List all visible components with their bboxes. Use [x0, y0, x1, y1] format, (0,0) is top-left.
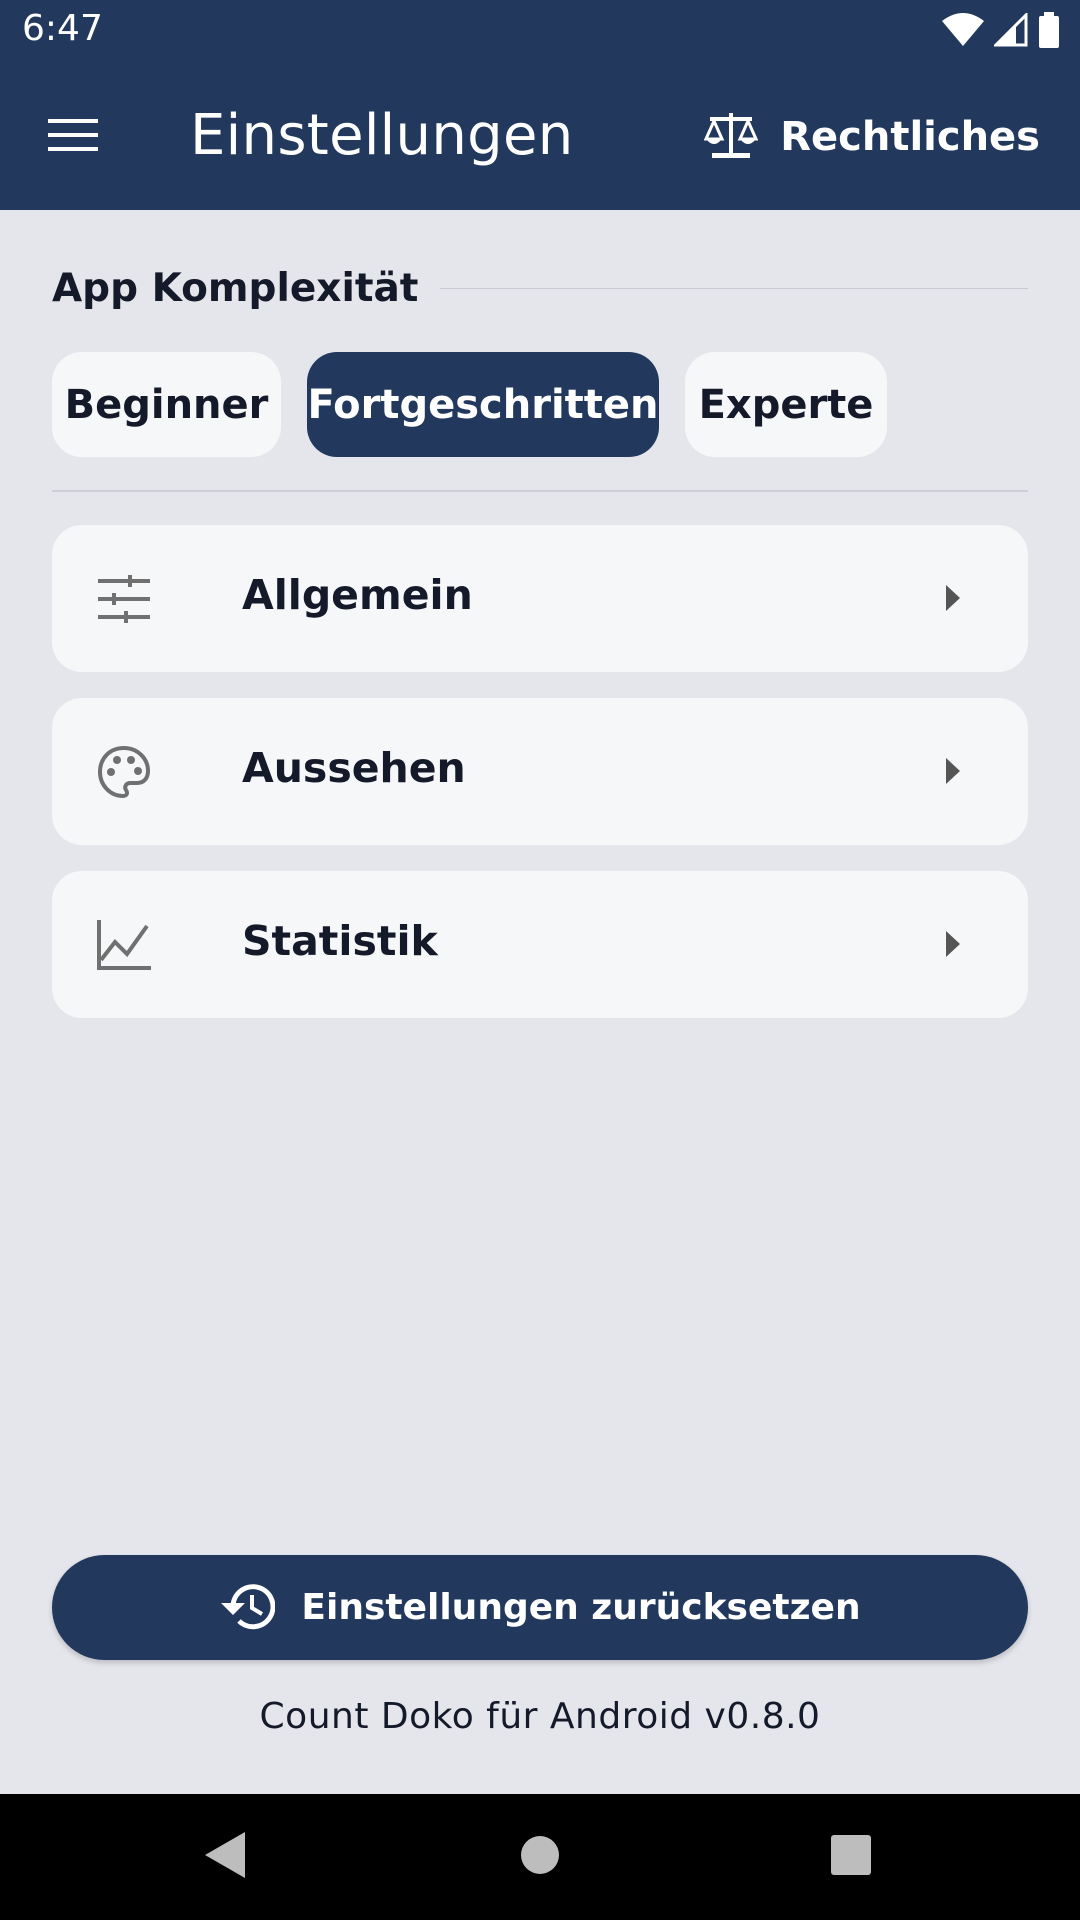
version-text: Count Doko für Android v0.8.0 — [259, 1696, 821, 1737]
status-icons — [942, 11, 1060, 52]
settings-item-general[interactable]: Allgemein — [52, 525, 1028, 672]
section-title: App Komplexität — [52, 265, 419, 311]
status-bar: 6:47 — [0, 0, 1080, 63]
complexity-option-beginner[interactable]: Beginner — [52, 352, 281, 457]
complexity-option-expert[interactable]: Experte — [685, 352, 887, 457]
legal-label: Rechtliches — [780, 114, 1040, 160]
chevron-right-icon — [938, 756, 968, 786]
restore-history-icon — [219, 1581, 276, 1635]
settings-item-appearance[interactable]: Aussehen — [52, 698, 1028, 845]
home-circle-icon — [520, 1835, 560, 1879]
complexity-option-advanced[interactable]: Fortgeschritten — [307, 352, 659, 457]
nav-recents-button[interactable] — [818, 1824, 884, 1890]
section-divider — [440, 287, 1028, 289]
back-triangle-icon — [205, 1832, 245, 1882]
nav-home-button[interactable] — [507, 1824, 573, 1890]
status-time: 6:47 — [22, 8, 103, 49]
settings-item-label: Allgemein — [242, 571, 473, 619]
menu-button[interactable] — [40, 107, 106, 167]
reset-settings-button[interactable]: Einstellungen zurücksetzen — [52, 1555, 1028, 1660]
recents-square-icon — [831, 1835, 871, 1879]
hamburger-menu-icon — [48, 117, 98, 157]
chevron-right-icon — [938, 929, 968, 959]
system-navigation-bar — [0, 1794, 1080, 1920]
divider — [52, 490, 1028, 492]
nav-back-button[interactable] — [192, 1824, 258, 1890]
complexity-section-header: App Komplexität — [52, 260, 1028, 316]
line-chart-icon — [96, 917, 152, 973]
app-bar: Einstellungen Rechtliches — [0, 63, 1080, 210]
scales-icon — [703, 109, 759, 165]
reset-settings-label: Einstellungen zurücksetzen — [301, 1587, 861, 1628]
battery-icon — [1038, 12, 1060, 52]
page-title: Einstellungen — [190, 103, 574, 168]
tune-sliders-icon — [96, 571, 152, 627]
settings-item-label: Aussehen — [242, 744, 466, 792]
signal-icon — [992, 11, 1028, 51]
settings-item-label: Statistik — [242, 917, 438, 965]
palette-icon — [96, 744, 152, 800]
wifi-icon — [942, 13, 984, 51]
legal-button[interactable]: Rechtliches — [703, 107, 1040, 167]
settings-item-statistics[interactable]: Statistik — [52, 871, 1028, 1018]
chevron-right-icon — [938, 583, 968, 613]
